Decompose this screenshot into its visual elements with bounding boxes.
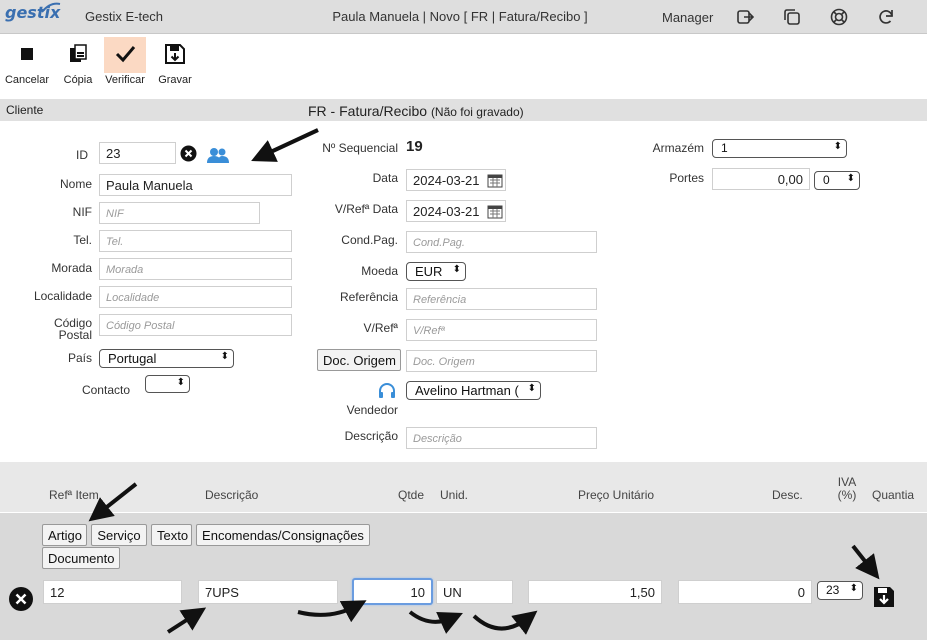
origin-document-input[interactable]: Doc. Origem — [406, 350, 597, 372]
date-label: Data — [372, 171, 398, 185]
col-ref: Refª Item — [49, 488, 99, 502]
origin-document-button[interactable]: Doc. Origem — [317, 349, 401, 371]
type-text-button[interactable]: Texto — [151, 524, 192, 546]
lines-header-bar — [0, 462, 927, 512]
city-label: Localidade — [33, 289, 92, 303]
address-input[interactable]: Morada — [99, 258, 292, 280]
cancel-button[interactable]: Cancelar — [4, 37, 50, 89]
line-unit-input[interactable]: UN — [436, 580, 513, 604]
sequence-value: 19 — [406, 138, 423, 155]
type-orders-button[interactable]: Encomendas/Consignações — [196, 524, 370, 546]
ref-date-value: 2024-03-21 — [413, 204, 480, 219]
refresh-icon[interactable] — [877, 8, 895, 26]
company-name: Gestix E-tech — [85, 9, 164, 24]
save-line-icon[interactable] — [873, 586, 895, 608]
warehouse-select[interactable]: 1 — [712, 139, 847, 158]
vref-input[interactable]: V/Refª — [406, 319, 597, 341]
col-discount: Desc. — [772, 488, 803, 502]
country-select[interactable]: Portugal — [99, 349, 234, 368]
checkmark-icon — [115, 46, 136, 63]
user-menu[interactable]: Manager — [662, 10, 713, 25]
line-ref-input[interactable]: 12 — [43, 580, 182, 604]
client-id-input[interactable]: 23 — [99, 142, 176, 164]
shipping-input[interactable]: 0,00 — [712, 168, 810, 190]
nif-label: NIF — [72, 205, 92, 219]
warehouse-label: Armazém — [652, 141, 704, 155]
save-button[interactable]: Gravar — [152, 37, 198, 89]
clear-client-icon[interactable] — [180, 145, 197, 162]
date-value: 2024-03-21 — [413, 173, 480, 188]
currency-select[interactable]: EUR — [406, 262, 466, 281]
reference-input[interactable]: Referência — [406, 288, 597, 310]
logout-icon[interactable] — [736, 8, 754, 26]
currency-label: Moeda — [361, 264, 398, 278]
calendar-icon[interactable] — [487, 204, 503, 219]
col-description: Descrição — [205, 488, 259, 502]
calendar-icon[interactable] — [487, 173, 503, 188]
line-description-input[interactable]: 7UPS — [198, 580, 338, 604]
line-price-input[interactable]: 1,50 — [528, 580, 662, 604]
col-unit: Unid. — [440, 488, 469, 502]
payment-input[interactable]: Cond.Pag. — [406, 231, 597, 253]
col-vat: IVA (%) — [836, 476, 858, 502]
client-search-users-icon[interactable] — [206, 147, 230, 163]
client-name-input[interactable]: Paula Manuela — [99, 174, 292, 196]
seller-label: Vendedor — [346, 403, 398, 417]
shipping-vat-select[interactable]: 0 — [814, 171, 860, 190]
stop-square-icon — [21, 48, 33, 60]
cancel-label: Cancelar — [4, 74, 50, 86]
nif-input[interactable]: NIF — [99, 202, 260, 224]
col-amount: Quantia — [872, 488, 915, 502]
client-section-label: Cliente — [6, 103, 44, 117]
type-service-button[interactable]: Serviço — [91, 524, 147, 546]
headset-icon — [379, 383, 395, 398]
reference-label: Referência — [339, 290, 398, 304]
line-qty-input[interactable]: 10 — [352, 578, 433, 605]
type-article-button[interactable]: Artigo — [42, 524, 87, 546]
contact-select[interactable] — [145, 375, 190, 393]
save-status: (Não foi gravado) — [430, 105, 524, 119]
line-discount-input[interactable]: 0 — [678, 580, 812, 604]
sequence-label: Nº Sequencial — [322, 141, 398, 155]
logo-swoosh-icon — [41, 2, 61, 13]
description-input[interactable]: Descrição — [406, 427, 597, 449]
form-title: FR - Fatura/Recibo (Não foi gravado) — [308, 103, 524, 119]
save-label: Gravar — [158, 74, 192, 86]
tel-input[interactable]: Tel. — [99, 230, 292, 252]
windows-icon[interactable] — [783, 8, 801, 26]
zip-label-line2: Postal — [58, 328, 92, 342]
copy-button[interactable]: Cópia — [55, 37, 101, 89]
city-input[interactable]: Localidade — [99, 286, 292, 308]
name-label: Nome — [59, 177, 92, 191]
tel-label: Tel. — [73, 233, 92, 247]
contact-label: Contacto — [81, 383, 130, 397]
vref-label: V/Refª — [363, 321, 398, 335]
window-title: Paula Manuela | Novo [ FR | Fatura/Recib… — [332, 9, 588, 24]
line-vat-select[interactable]: 23 — [817, 581, 863, 600]
col-price: Preço Unitário — [578, 488, 655, 502]
copy-clipboard-icon — [70, 44, 87, 62]
zip-label: Código Postal — [30, 317, 92, 341]
help-lifebuoy-icon[interactable] — [830, 8, 848, 26]
floppy-save-icon — [165, 44, 185, 64]
form-title-text: FR - Fatura/Recibo — [308, 103, 428, 119]
description-label: Descrição — [344, 429, 398, 443]
verify-button[interactable]: Verificar — [104, 37, 146, 86]
col-vat-line2: (%) — [837, 488, 857, 502]
address-label: Morada — [51, 261, 92, 275]
payment-label: Cond.Pag. — [341, 233, 398, 247]
id-label: ID — [76, 148, 88, 162]
type-document-button[interactable]: Documento — [42, 547, 120, 569]
country-label: País — [67, 351, 92, 365]
date-input[interactable]: 2024-03-21 — [406, 169, 506, 191]
zip-input[interactable]: Código Postal — [99, 314, 292, 336]
seller-select[interactable]: Avelino Hartman ( — [406, 381, 541, 400]
ref-date-label: V/Refª Data — [334, 202, 398, 216]
shipping-label: Portes — [669, 171, 704, 185]
ref-date-input[interactable]: 2024-03-21 — [406, 200, 506, 222]
remove-line-icon[interactable] — [8, 586, 34, 612]
col-qty: Qtde — [398, 488, 425, 502]
